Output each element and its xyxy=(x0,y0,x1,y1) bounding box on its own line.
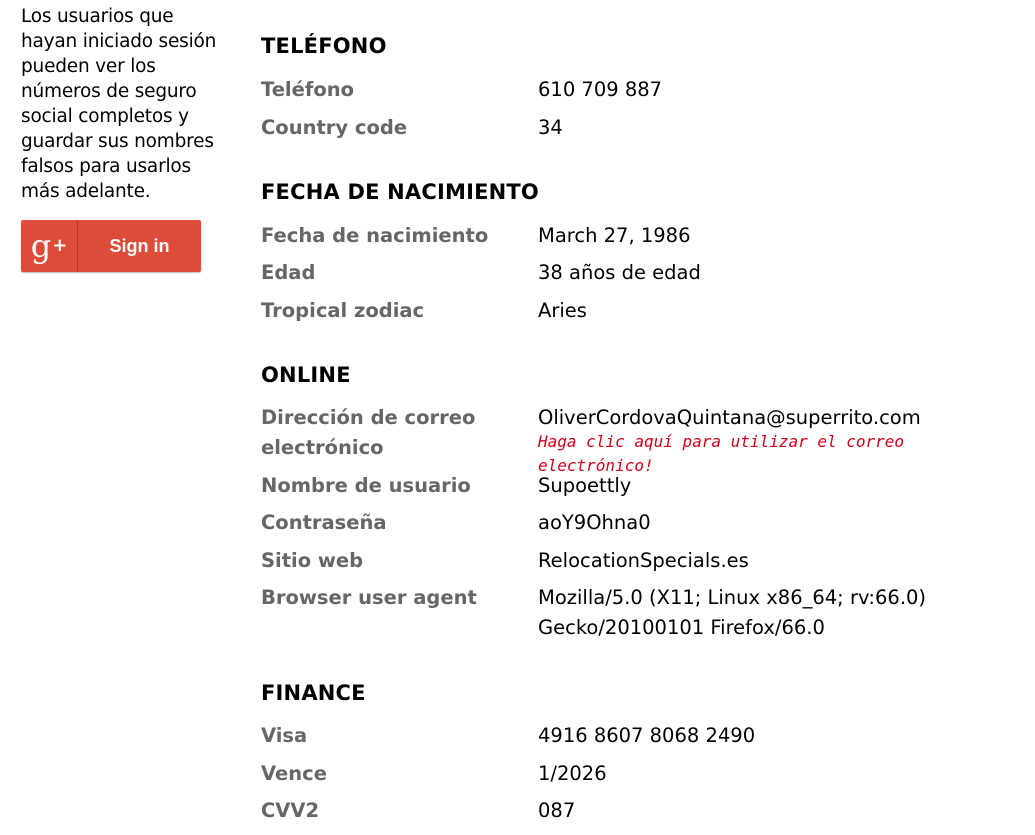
promo-line: falsos para usarlos xyxy=(21,156,191,177)
promo-line: pueden ver los xyxy=(21,56,156,77)
field-label: Edad xyxy=(261,261,316,284)
email-cell: OliverCordovaQuintana@superrito.com Haga… xyxy=(538,403,1008,478)
google-plus-icon-letter: g xyxy=(30,227,52,265)
section-title-online: ONLINE xyxy=(261,363,351,387)
field-label: Dirección de correo electrónico xyxy=(261,403,521,463)
website-value: RelocationSpecials.es xyxy=(538,549,749,572)
google-plus-signin-button[interactable]: g + Sign in xyxy=(21,220,201,272)
login-promo-text: Los usuarios que hayan iniciado sesión p… xyxy=(21,4,236,204)
promo-line: social completos y xyxy=(21,106,189,127)
username-value: Supoettly xyxy=(538,474,632,497)
field-label: Browser user agent xyxy=(261,586,477,609)
user-agent-line: Mozilla/5.0 (X11; Linux x86_64; rv:66.0) xyxy=(538,586,927,609)
age-value: 38 años de edad xyxy=(538,261,701,284)
field-label: Visa xyxy=(261,724,308,747)
sidebar: Los usuarios que hayan iniciado sesión p… xyxy=(21,4,236,204)
country-code-value: 34 xyxy=(538,116,563,139)
expiry-value: 1/2026 xyxy=(538,762,607,785)
signin-label: Sign in xyxy=(109,235,170,256)
field-label: Fecha de nacimiento xyxy=(261,224,489,247)
promo-line: guardar sus nombres xyxy=(21,131,214,152)
promo-line: más adelante. xyxy=(21,181,151,202)
google-plus-icon: g + xyxy=(21,220,77,272)
phone-value: 610 709 887 xyxy=(538,78,663,101)
field-label: Vence xyxy=(261,762,327,785)
field-label: Teléfono xyxy=(261,78,355,101)
email-value: OliverCordovaQuintana@superrito.com xyxy=(538,406,921,429)
section-title-finance: FINANCE xyxy=(261,681,366,705)
cvv2-value: 087 xyxy=(538,799,576,822)
visa-value: 4916 8607 8068 2490 xyxy=(538,724,756,747)
zodiac-value: Aries xyxy=(538,299,587,322)
field-label: Tropical zodiac xyxy=(261,299,425,322)
promo-line: números de seguro xyxy=(21,81,197,102)
email-label-line: Dirección de correo xyxy=(261,406,476,429)
field-label: CVV2 xyxy=(261,799,320,822)
promo-line: hayan iniciado sesión xyxy=(21,31,217,52)
user-agent-value: Mozilla/5.0 (X11; Linux x86_64; rv:66.0)… xyxy=(538,583,1008,643)
field-label: Contraseña xyxy=(261,511,387,534)
email-label-line: electrónico xyxy=(261,436,384,459)
google-plus-icon-plus: + xyxy=(52,235,68,256)
field-label: Nombre de usuario xyxy=(261,474,471,497)
field-label: Country code xyxy=(261,116,408,139)
password-value: aoY9Ohna0 xyxy=(538,511,651,534)
birthdate-value: March 27, 1986 xyxy=(538,224,691,247)
section-title-nacimiento: FECHA DE NACIMIENTO xyxy=(261,180,539,204)
promo-line: Los usuarios que xyxy=(21,6,174,27)
user-agent-line: Gecko/20100101 Firefox/66.0 xyxy=(538,616,825,639)
field-label: Sitio web xyxy=(261,549,364,572)
section-title-telefono: TELÉFONO xyxy=(261,34,387,58)
